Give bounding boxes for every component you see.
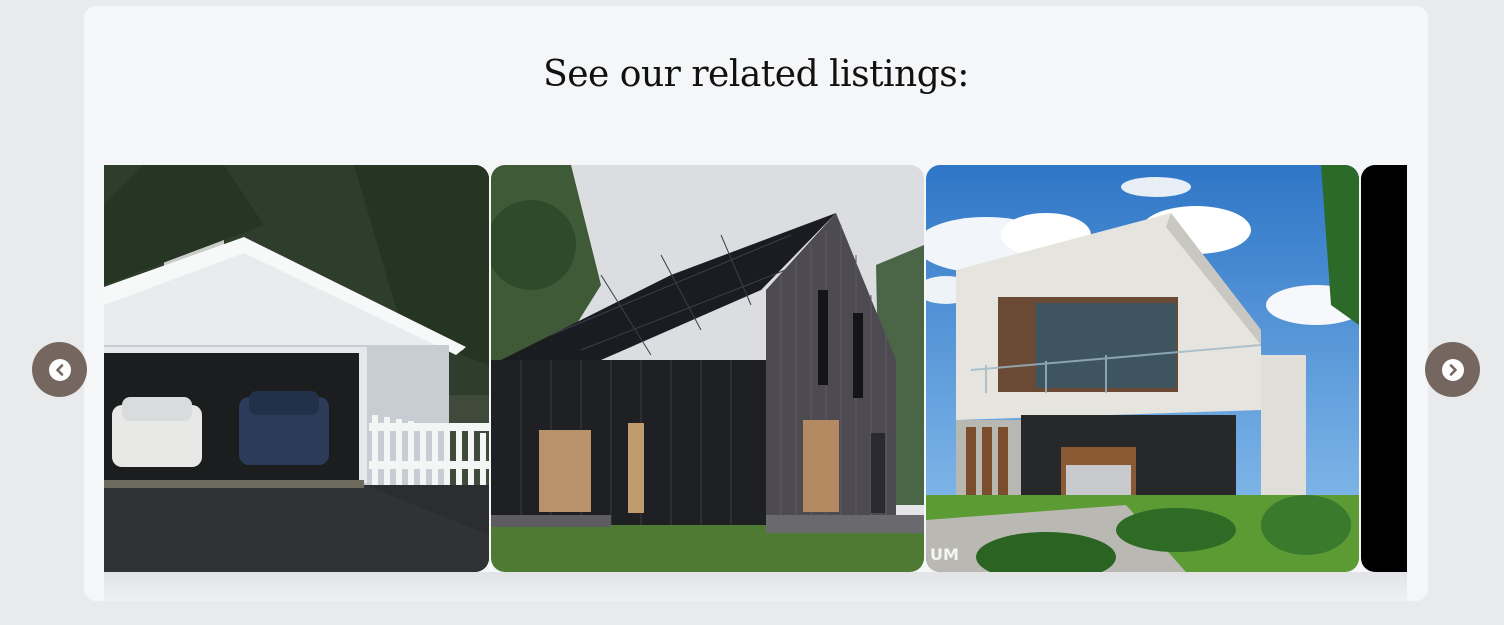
carousel-next-button[interactable] bbox=[1425, 342, 1480, 397]
related-listings-section: See our related listings: UM bbox=[84, 6, 1428, 601]
listings-carousel: UM bbox=[104, 165, 1407, 601]
carousel-prev-button[interactable] bbox=[32, 342, 87, 397]
chevron-left-circle-icon bbox=[48, 358, 71, 381]
listing-image-garage bbox=[104, 165, 489, 572]
carousel-track-shadow bbox=[104, 572, 1407, 601]
listing-card-black-house[interactable] bbox=[491, 165, 924, 572]
listing-image-black-house bbox=[491, 165, 924, 572]
watermark-text: UM bbox=[930, 545, 959, 564]
listing-card-modern-house[interactable]: UM bbox=[926, 165, 1359, 572]
listing-image-modern-house: UM bbox=[926, 165, 1359, 572]
chevron-right-circle-icon bbox=[1441, 358, 1464, 381]
section-heading: See our related listings: bbox=[543, 54, 969, 95]
listing-card-partial[interactable] bbox=[1361, 165, 1407, 572]
listing-card-garage[interactable] bbox=[104, 165, 489, 572]
